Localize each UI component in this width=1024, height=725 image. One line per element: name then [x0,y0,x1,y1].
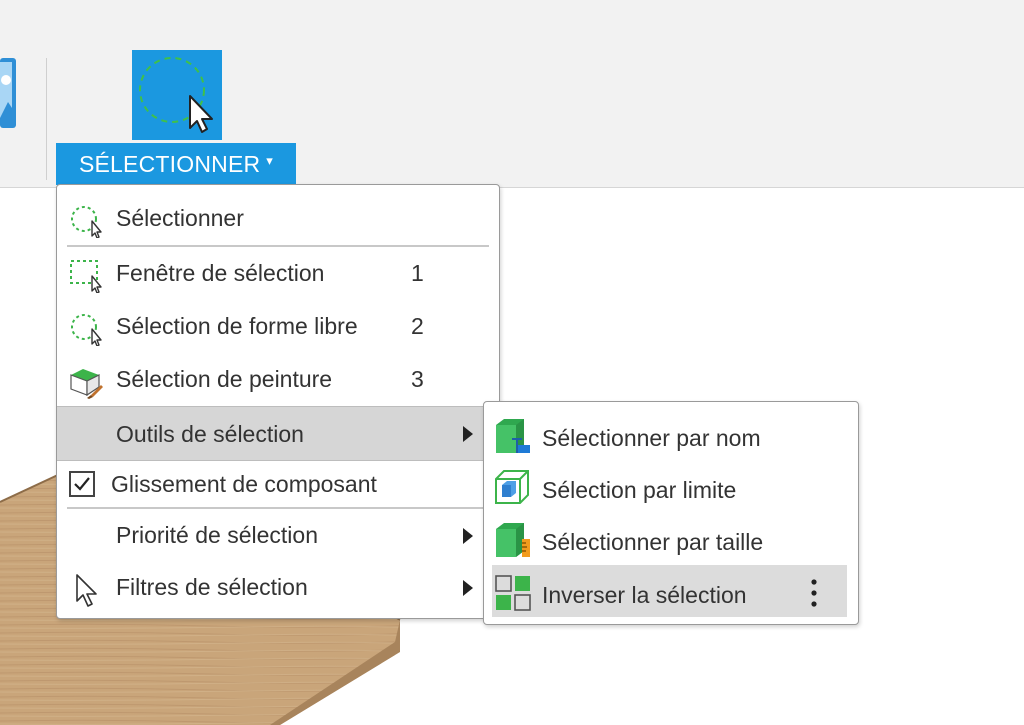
shortcut-key: 2 [411,313,424,339]
select-button-label: SÉLECTIONNER [78,150,261,177]
freeform-select-icon [71,206,102,238]
submenu-item-select-by-name[interactable]: Sélectionner par nom [484,408,858,460]
submenu-item-invert-selection[interactable]: Inverser la sélection [492,565,847,617]
select-by-name-icon [496,419,530,453]
shortcut-key: 1 [411,260,424,286]
menu-item-window-select[interactable]: Fenêtre de sélection 1 [57,248,499,300]
menu-item-label: Sélection de peinture [116,366,333,392]
selection-tools-submenu: Sélectionner par nom Sélection par limit… [483,401,859,625]
menu-divider [67,245,489,247]
select-by-boundary-icon [495,470,529,504]
checkbox-checked-icon[interactable] [69,471,95,497]
toolbar: SÉLECTIONNER ▾ [0,0,1024,188]
toolbar-divider [46,58,47,180]
invert-selection-icon [495,575,531,611]
submenu-item-label: Sélectionner par taille [542,529,764,555]
chevron-down-icon: ▾ [266,153,274,168]
freeform-selection-cursor-icon [139,57,213,133]
vertical-ellipsis-icon[interactable] [810,578,818,608]
menu-item-label: Priorité de sélection [116,522,318,548]
menu-item-label: Sélectionner [116,205,244,231]
freeform-select-icon [71,314,102,346]
menu-item-paint-select[interactable]: Sélection de peinture 3 [57,354,499,406]
shortcut-key: 3 [411,366,424,392]
menu-divider [67,507,489,509]
menu-item-label: Sélection de forme libre [116,313,358,339]
menu-item-selection-priority[interactable]: Priorité de sélection [57,510,499,562]
cursor-arrow-icon [76,574,97,607]
menu-item-freeform-select[interactable]: Sélection de forme libre 2 [57,301,499,353]
select-dropdown-button[interactable]: SÉLECTIONNER ▾ [56,143,296,185]
menu-item-selection-tools[interactable]: Outils de sélection [57,406,499,461]
submenu-item-label: Sélection par limite [542,477,737,503]
window-select-icon [70,260,102,293]
select-dropdown-menu: Sélectionner Fenêtre de sélection 1 Séle… [56,184,500,619]
submenu-item-label: Sélectionner par nom [542,425,761,451]
chevron-right-icon [463,580,473,596]
menu-item-component-drag[interactable]: Glissement de composant [57,461,499,505]
paint-select-icon [70,369,103,399]
menu-item-label: Fenêtre de sélection [116,260,325,286]
menu-item-label: Glissement de composant [111,471,377,497]
menu-item-label: Filtres de sélection [116,574,308,600]
chevron-right-icon [463,528,473,544]
image-icon[interactable] [0,58,18,128]
select-tool-button[interactable] [132,50,222,140]
submenu-item-label: Inverser la sélection [542,582,747,608]
menu-item-select[interactable]: Sélectionner [57,193,499,245]
chevron-right-icon [463,426,473,442]
submenu-item-select-by-size[interactable]: Sélectionner par taille [484,512,858,564]
menu-item-label: Outils de sélection [116,421,304,447]
select-by-size-icon [496,523,530,557]
submenu-item-select-by-boundary[interactable]: Sélection par limite [484,460,858,512]
menu-item-selection-filters[interactable]: Filtres de sélection [57,562,499,614]
